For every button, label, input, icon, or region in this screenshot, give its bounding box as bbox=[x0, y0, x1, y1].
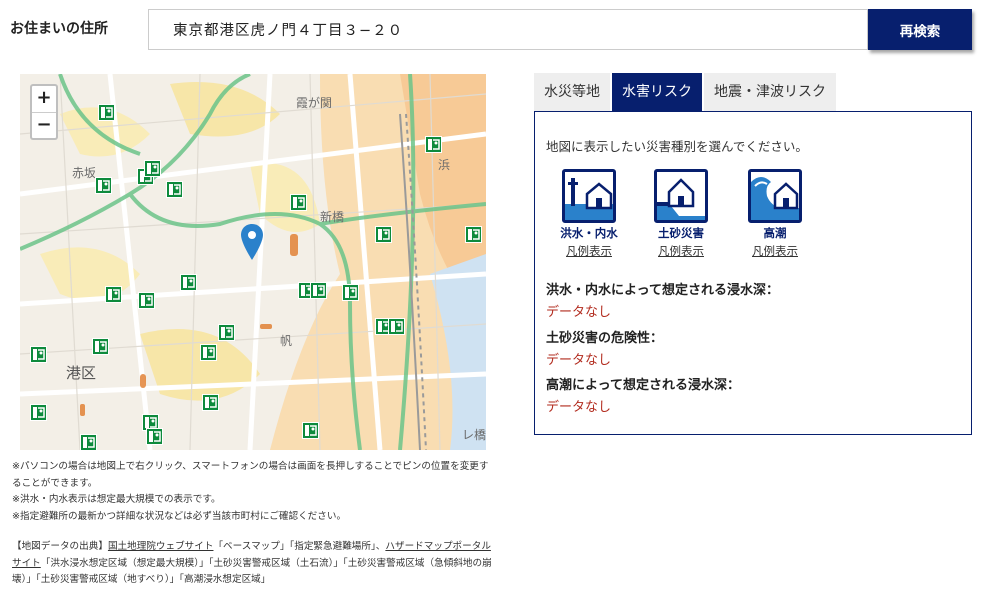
evacuation-shelter-icon[interactable] bbox=[202, 394, 219, 411]
zoom-control: + − bbox=[30, 84, 58, 140]
result-answer: データなし bbox=[546, 305, 612, 320]
evacuation-shelter-icon[interactable] bbox=[375, 226, 392, 243]
tab-earthquake-tsunami-risk[interactable]: 地震・津波リスク bbox=[704, 73, 836, 111]
address-label: お住まいの住所 bbox=[10, 21, 108, 37]
evacuation-shelter-icon[interactable] bbox=[310, 282, 327, 299]
map-data-source: 【地図データの出典】国土地理院ウェブサイト「ベースマップ」「指定緊急避難場所」、… bbox=[12, 539, 492, 589]
result-landslide-risk: 土砂災害の危険性： データなし bbox=[546, 327, 663, 368]
hazard-landslide-legend-link[interactable]: 凡例表示 bbox=[641, 243, 721, 259]
risk-tabs: 水災等地 水害リスク 地震・津波リスク bbox=[534, 73, 838, 111]
source-prefix: 【地図データの出典】 bbox=[12, 541, 108, 552]
map-label-shinbashi: 新橋 bbox=[320, 210, 345, 224]
result-question: 高潮によって想定される浸水深： bbox=[546, 378, 740, 393]
map-label-kasumigaseki: 霞が関 bbox=[296, 96, 333, 110]
evacuation-shelter-icon[interactable] bbox=[166, 181, 183, 198]
evacuation-shelter-icon[interactable] bbox=[30, 404, 47, 421]
zoom-in-button[interactable]: + bbox=[32, 86, 56, 112]
gsi-website-link[interactable]: 国土地理院ウェブサイト bbox=[108, 541, 214, 552]
evacuation-shelter-icon[interactable] bbox=[95, 177, 112, 194]
note-line: ※パソコンの場合は地図上で右クリック、スマートフォンの場合は画面を長押しすること… bbox=[12, 461, 489, 489]
hazard-flood[interactable]: 洪水・内水 凡例表示 bbox=[549, 169, 629, 259]
result-answer: データなし bbox=[546, 400, 612, 415]
landslide-icon[interactable] bbox=[654, 169, 708, 223]
evacuation-shelter-icon[interactable] bbox=[80, 434, 97, 450]
evacuation-shelter-icon[interactable] bbox=[105, 286, 122, 303]
result-question: 洪水・内水によって想定される浸水深： bbox=[546, 283, 779, 298]
evacuation-shelter-icon[interactable] bbox=[465, 226, 482, 243]
evacuation-shelter-icon[interactable] bbox=[388, 318, 405, 335]
note-line: ※指定避難所の最新かつ詳細な状況などは必ず当該市町村にご確認ください。 bbox=[12, 510, 347, 522]
map-label-fune: 帆 bbox=[280, 334, 293, 348]
tab-flood-risk[interactable]: 水害リスク bbox=[612, 73, 702, 111]
research-button[interactable]: 再検索 bbox=[868, 9, 972, 50]
evacuation-shelter-icon[interactable] bbox=[180, 274, 197, 291]
evacuation-shelter-icon[interactable] bbox=[98, 104, 115, 121]
hazard-flood-legend-link[interactable]: 凡例表示 bbox=[549, 243, 629, 259]
map-label-bridge: レ橋 bbox=[462, 428, 486, 442]
evacuation-shelter-icon[interactable] bbox=[290, 194, 307, 211]
evacuation-shelter-icon[interactable] bbox=[30, 346, 47, 363]
hazard-landslide-name: 土砂災害 bbox=[658, 226, 704, 240]
evacuation-shelter-icon[interactable] bbox=[425, 136, 442, 153]
hazard-map[interactable]: 霞が関 赤坂 新橋 港区 浜 帆 レ橋 + − bbox=[20, 74, 486, 450]
result-storm-surge-depth: 高潮によって想定される浸水深： データなし bbox=[546, 374, 740, 415]
tab-water-disaster-rating[interactable]: 水災等地 bbox=[534, 73, 610, 111]
result-answer: データなし bbox=[546, 353, 612, 368]
evacuation-shelter-icon[interactable] bbox=[342, 284, 359, 301]
zoom-out-button[interactable]: − bbox=[32, 112, 56, 138]
result-flood-depth: 洪水・内水によって想定される浸水深： データなし bbox=[546, 279, 779, 320]
source-suffix: 「洪水浸水想定区域（想定最大規模）」「土砂災害警戒区域（土石流）」「土砂災害警戒… bbox=[12, 557, 492, 586]
hazard-flood-name: 洪水・内水 bbox=[560, 226, 618, 240]
map-label-hama: 浜 bbox=[438, 158, 451, 172]
evacuation-shelter-icon[interactable] bbox=[302, 422, 319, 439]
note-line: ※洪水・内水表示は想定最大規模での表示です。 bbox=[12, 494, 221, 505]
flood-risk-panel: 地図に表示したい災害種別を選んでください。 洪水・内水 凡例表示 土砂災害 凡例… bbox=[534, 111, 972, 435]
map-notes: ※パソコンの場合は地図上で右クリック、スマートフォンの場合は画面を長押しすること… bbox=[12, 459, 492, 525]
result-question: 土砂災害の危険性： bbox=[546, 331, 664, 346]
evacuation-shelter-icon[interactable] bbox=[92, 338, 109, 355]
map-label-akasaka: 赤坂 bbox=[72, 166, 97, 180]
location-pin-icon[interactable] bbox=[241, 224, 263, 264]
evacuation-shelter-icon[interactable] bbox=[146, 428, 163, 445]
hazard-storm-surge-legend-link[interactable]: 凡例表示 bbox=[735, 243, 815, 259]
evacuation-shelter-icon[interactable] bbox=[200, 344, 217, 361]
hazard-storm-surge[interactable]: 高潮 凡例表示 bbox=[735, 169, 815, 259]
hazard-storm-surge-name: 高潮 bbox=[763, 226, 787, 240]
flood-icon[interactable] bbox=[562, 169, 616, 223]
storm-surge-icon[interactable] bbox=[748, 169, 802, 223]
address-input[interactable] bbox=[148, 9, 868, 50]
evacuation-shelter-icon[interactable] bbox=[138, 292, 155, 309]
panel-prompt: 地図に表示したい災害種別を選んでください。 bbox=[546, 139, 808, 154]
source-middle: 「ベースマップ」「指定緊急避難場所」、 bbox=[213, 541, 386, 552]
map-label-minato: 港区 bbox=[66, 364, 97, 382]
evacuation-shelter-icon[interactable] bbox=[144, 160, 161, 177]
evacuation-shelter-icon[interactable] bbox=[218, 324, 235, 341]
hazard-landslide[interactable]: 土砂災害 凡例表示 bbox=[641, 169, 721, 259]
